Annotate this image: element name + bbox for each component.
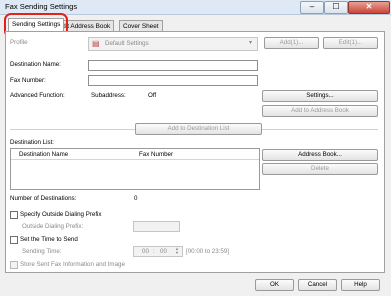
delete-button[interactable]: Delete <box>262 163 378 175</box>
profile-add-button[interactable]: Add(1)... <box>264 37 319 49</box>
sending-time-minutes: 00 <box>160 248 167 255</box>
subaddress-value: Off <box>148 92 157 99</box>
fax-number-input[interactable] <box>88 75 258 86</box>
store-sent-fax-checkbox[interactable] <box>10 261 18 269</box>
address-book-button[interactable]: Address Book... <box>262 149 378 161</box>
destination-list-label: Destination List: <box>10 139 55 146</box>
fax-number-label: Fax Number: <box>10 77 46 84</box>
time-separator: : <box>153 248 155 255</box>
sending-time-range: [00:00 to 23:59] <box>186 248 230 255</box>
outside-prefix-input[interactable] <box>133 221 180 232</box>
cancel-button[interactable]: Cancel <box>298 279 337 291</box>
spin-arrows-icon[interactable]: ▲ ▼ <box>175 247 179 255</box>
profile-label: Profile <box>10 39 28 46</box>
profile-select[interactable]: ▤ Default Settings ▾ <box>88 37 258 51</box>
maximize-button[interactable]: ☐ <box>324 1 348 14</box>
column-fax-number[interactable]: Fax Number <box>139 151 173 158</box>
destination-name-label: Destination Name: <box>10 61 61 68</box>
outside-prefix-field-label: Outside Dialing Prefix: <box>22 223 84 230</box>
send-time-checkbox[interactable] <box>10 236 18 244</box>
sending-time-label: Sending Time: <box>22 248 62 255</box>
minimize-button[interactable]: – <box>300 1 324 14</box>
profile-icon: ▤ <box>92 39 100 48</box>
column-destination-name[interactable]: Destination Name <box>19 151 68 158</box>
list-header: Destination Name Fax Number <box>11 149 259 160</box>
window-title: Fax Sending Settings <box>5 2 78 11</box>
add-to-address-book-button[interactable]: Add to Address Book <box>262 105 378 117</box>
outside-prefix-checkbox-label: Specify Outside Dialing Prefix <box>20 211 102 218</box>
chevron-down-icon: ▾ <box>249 40 253 46</box>
number-of-destinations-label: Number of Destinations: <box>10 195 77 202</box>
profile-edit-button[interactable]: Edit(1)... <box>323 37 378 49</box>
destination-name-input[interactable] <box>88 60 258 71</box>
store-sent-fax-label: Store Sent Fax Information and Image <box>20 261 125 268</box>
advanced-settings-button[interactable]: Settings... <box>262 90 378 102</box>
ok-button[interactable]: OK <box>255 279 294 291</box>
profile-value: Default Settings <box>105 40 149 47</box>
send-time-checkbox-label: Set the Time to Send <box>20 236 78 243</box>
advanced-function-label: Advanced Function: <box>10 92 65 99</box>
number-of-destinations-value: 0 <box>134 195 138 202</box>
close-button[interactable]: ✕ <box>348 1 390 14</box>
add-to-destination-list-button[interactable]: Add to Destination List <box>135 123 262 135</box>
help-button[interactable]: Help <box>341 279 380 291</box>
sending-time-hours: 00 <box>142 248 149 255</box>
destination-list[interactable]: Destination Name Fax Number <box>10 148 260 190</box>
outside-prefix-checkbox[interactable] <box>10 211 18 219</box>
subaddress-label: Subaddress: <box>91 92 126 99</box>
sending-time-input[interactable]: 00 : 00 ▲ ▼ <box>133 246 183 257</box>
